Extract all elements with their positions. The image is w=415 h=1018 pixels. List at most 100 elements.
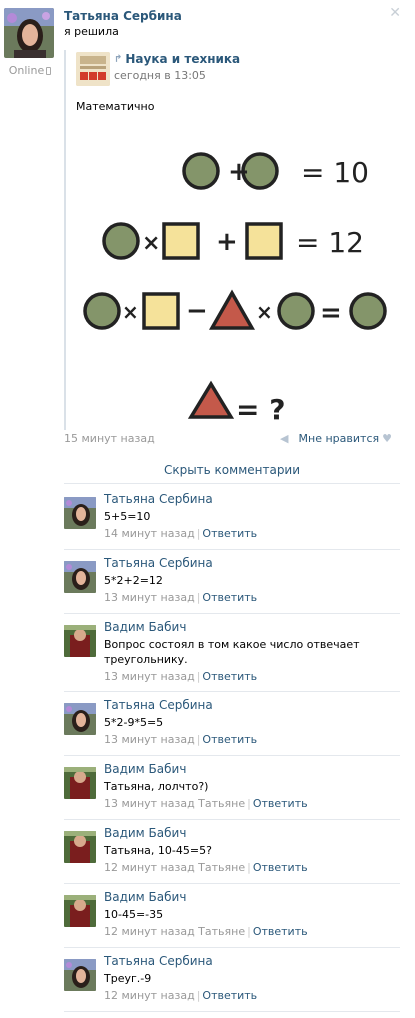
like-button[interactable]: Мне нравится ♥ xyxy=(299,432,392,445)
op-times-2: × xyxy=(122,300,139,324)
comment-avatar-tatiana[interactable] xyxy=(64,497,96,529)
wall-post: Online ✕ Татьяна Сербина я решила ↱ Наук… xyxy=(0,0,415,1018)
comment-item: Татьяна Сербина Треуг.-9 12 минут назад |… xyxy=(64,948,400,1012)
row1-result: = 10 xyxy=(301,156,369,189)
comment-meta: 13 минут назад | Ответить xyxy=(104,733,394,747)
comment-avatar-vadim[interactable] xyxy=(64,831,96,863)
comment-text: 5+5=10 xyxy=(104,510,151,523)
comment-avatar-tatiana[interactable] xyxy=(64,703,96,735)
op-plus-2: + xyxy=(216,227,238,257)
comment-separator: | xyxy=(196,591,201,604)
comment-time[interactable]: 13 минут назад xyxy=(104,591,195,604)
comment-body: Вадим Бабич 10-45=-35 12 минут назад Тат… xyxy=(104,890,394,939)
op-times-1: × xyxy=(142,231,160,256)
comment-time[interactable]: 13 минут назад xyxy=(104,670,195,683)
megaphone-icon[interactable]: ◀ xyxy=(280,432,288,445)
comment-text: 5*2-9*5=5 xyxy=(104,716,164,729)
comment-author[interactable]: Вадим Бабич xyxy=(104,762,394,777)
comment-item: Вадим Бабич Вопрос состоял в том какое ч… xyxy=(64,614,400,692)
reply-link[interactable]: Ответить xyxy=(253,797,308,810)
comment-author[interactable]: Татьяна Сербина xyxy=(104,698,394,713)
comment-author[interactable]: Вадим Бабич xyxy=(104,826,394,841)
comment-avatar-tatiana[interactable] xyxy=(64,561,96,593)
comment-time[interactable]: 13 минут назад Татьяне xyxy=(104,797,245,810)
comment-item: Вадим Бабич Татьяна, лолчто?) 13 минут н… xyxy=(64,756,400,820)
group-avatar[interactable] xyxy=(76,52,110,86)
comment-meta: 14 минут назад | Ответить xyxy=(104,527,394,541)
online-status: Online xyxy=(4,64,56,77)
comment-author[interactable]: Вадим Бабич xyxy=(104,620,394,635)
comment-author[interactable]: Татьяна Сербина xyxy=(104,556,394,571)
comment-meta: 13 минут назад | Ответить xyxy=(104,670,394,684)
repost-group[interactable]: ↱ Наука и техника xyxy=(114,52,240,67)
repost-text: Математично xyxy=(76,100,155,113)
comment-meta: 13 минут назад | Ответить xyxy=(104,591,394,605)
reply-link[interactable]: Ответить xyxy=(202,591,257,604)
comment-item: Татьяна Сербина 5+5=10 14 минут назад | От… xyxy=(64,486,400,550)
row2-result: = 12 xyxy=(296,226,364,259)
comment-item: Татьяна Сербина 5*2-9*5=5 13 минут назад… xyxy=(64,692,400,756)
hide-comments-link[interactable]: Скрыть комментарии xyxy=(64,460,400,484)
comment-meta: 12 минут назад | Ответить xyxy=(104,989,394,1003)
op-minus: − xyxy=(186,296,208,326)
comment-meta: 12 минут назад Татьяне | Ответить xyxy=(104,925,394,939)
op-plus-1: + xyxy=(228,157,250,187)
comment-avatar-vadim[interactable] xyxy=(64,767,96,799)
reply-link[interactable]: Ответить xyxy=(202,989,257,1002)
comment-body: Вадим Бабич Вопрос состоял в том какое ч… xyxy=(104,620,394,684)
post-time[interactable]: 15 минут назад xyxy=(64,432,155,445)
author-column: Online xyxy=(4,8,56,77)
comment-avatar-vadim[interactable] xyxy=(64,625,96,657)
post-text: я решила xyxy=(64,25,119,38)
comment-item: Вадим Бабич 10-45=-35 12 минут назад Тат… xyxy=(64,884,400,948)
comment-text: Татьяна, 10-45=5? xyxy=(104,844,212,857)
comment-separator: | xyxy=(196,989,201,1002)
reply-link[interactable]: Ответить xyxy=(202,733,257,746)
comment-avatar-tatiana[interactable] xyxy=(64,959,96,991)
heart-icon[interactable]: ♥ xyxy=(382,432,392,445)
repost-icon: ↱ xyxy=(114,54,123,65)
comment-body: Вадим Бабич Татьяна, 10-45=5? 12 минут н… xyxy=(104,826,394,875)
comment-avatar-vadim[interactable] xyxy=(64,895,96,927)
repost-header: ↱ Наука и техника сегодня в 13:05 xyxy=(76,50,400,90)
comment-body: Татьяна Сербина 5+5=10 14 минут назад | От… xyxy=(104,492,394,541)
comment-text: Треуг.-9 xyxy=(104,972,152,985)
comment-meta: 13 минут назад Татьяне | Ответить xyxy=(104,797,394,811)
repost-date[interactable]: сегодня в 13:05 xyxy=(114,69,206,82)
repost-group-name[interactable]: Наука и техника xyxy=(125,52,240,67)
comment-time[interactable]: 14 минут назад xyxy=(104,527,195,540)
repost-block: ↱ Наука и техника сегодня в 13:05 Матема… xyxy=(64,50,400,430)
comment-body: Татьяна Сербина 5*2+2=12 13 минут назад |… xyxy=(104,556,394,605)
op-equals: = xyxy=(320,298,342,328)
mobile-icon xyxy=(46,66,52,75)
puzzle-image[interactable]: + = 10 × + = 12 × − × = = ? xyxy=(76,121,400,433)
comment-author[interactable]: Вадим Бабич xyxy=(104,890,394,905)
comment-time[interactable]: 13 минут назад xyxy=(104,733,195,746)
comment-separator: | xyxy=(247,861,251,874)
comment-separator: | xyxy=(196,527,201,540)
comment-separator: | xyxy=(196,670,201,683)
post-author-name[interactable]: Татьяна Сербина xyxy=(64,8,400,24)
comment-separator: | xyxy=(196,733,201,746)
reply-link[interactable]: Ответить xyxy=(253,861,308,874)
comment-author[interactable]: Татьяна Сербина xyxy=(104,954,394,969)
comment-text: Татьяна, лолчто?) xyxy=(104,780,209,793)
online-label: Online xyxy=(8,64,45,77)
comment-item: Татьяна Сербина 5*2+2=12 13 минут назад |… xyxy=(64,550,400,614)
comment-text: 10-45=-35 xyxy=(104,908,164,921)
comment-time[interactable]: 12 минут назад Татьяне xyxy=(104,861,245,874)
comment-author[interactable]: Татьяна Сербина xyxy=(104,492,394,507)
comment-time[interactable]: 12 минут назад xyxy=(104,989,195,1002)
comment-body: Татьяна Сербина 5*2-9*5=5 13 минут назад… xyxy=(104,698,394,747)
reply-link[interactable]: Ответить xyxy=(202,527,257,540)
comment-body: Татьяна Сербина Треуг.-9 12 минут назад |… xyxy=(104,954,394,1003)
comment-separator: | xyxy=(247,925,251,938)
like-label[interactable]: Мне нравится xyxy=(299,432,380,445)
reply-link[interactable]: Ответить xyxy=(202,670,257,683)
row4-question: = ? xyxy=(236,393,285,426)
reply-link[interactable]: Ответить xyxy=(253,925,308,938)
comment-time[interactable]: 12 минут назад Татьяне xyxy=(104,925,245,938)
author-avatar[interactable] xyxy=(4,8,54,58)
comments-list: Татьяна Сербина 5+5=10 14 минут назад | От… xyxy=(64,486,400,1012)
comment-item: Вадим Бабич Татьяна, 10-45=5? 12 минут н… xyxy=(64,820,400,884)
